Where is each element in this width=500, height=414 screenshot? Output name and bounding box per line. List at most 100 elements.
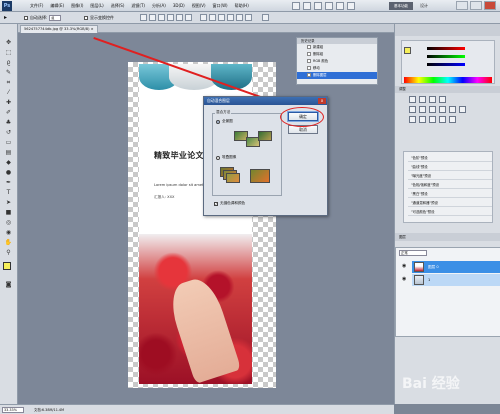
document-tab[interactable]: 5624757744db.jpg @ 33.3%(RGB/8) ×	[20, 25, 98, 33]
lasso-tool-icon[interactable]: ϱ	[3, 58, 14, 67]
panorama-radio[interactable]	[216, 119, 220, 124]
panorama-option[interactable]: 全景图	[216, 119, 233, 124]
menu-edit[interactable]: 编辑(E)	[50, 3, 64, 9]
seamless-tones-checkbox[interactable]: ✓	[214, 201, 218, 206]
history-brush-tool-icon[interactable]: ↺	[3, 128, 14, 137]
preset-item[interactable]: "色相/饱和度"预设	[408, 181, 492, 189]
workspace-label[interactable]: 设计	[420, 3, 428, 9]
hue-saturation-icon[interactable]	[419, 106, 426, 113]
vibrance-icon[interactable]	[409, 106, 416, 113]
posterize-icon[interactable]	[419, 116, 426, 123]
healing-brush-tool-icon[interactable]: ✚	[3, 98, 14, 107]
preset-item[interactable]: "曲线"预设	[408, 163, 492, 171]
align-hcenter-icon[interactable]	[176, 14, 183, 21]
distribute-top-icon[interactable]	[200, 14, 207, 21]
preset-item[interactable]: "曝光度"预设	[408, 172, 492, 180]
gradient-map-icon[interactable]	[439, 116, 446, 123]
history-row[interactable]: 删除组	[297, 51, 377, 58]
minibridge-icon[interactable]	[303, 2, 311, 10]
essentials-button[interactable]: 基本功能	[389, 2, 413, 10]
marquee-tool-icon[interactable]: ⬚	[3, 48, 14, 57]
gradient-tool-icon[interactable]: ▤	[3, 148, 14, 157]
menu-3d[interactable]: 3D(D)	[173, 3, 185, 9]
align-top-icon[interactable]	[140, 14, 147, 21]
preset-item[interactable]: "黑白"预设	[408, 190, 492, 198]
stack-images-option[interactable]: 堆叠图像	[216, 155, 236, 160]
color-spectrum-bar[interactable]	[404, 77, 492, 83]
hand-icon[interactable]	[325, 2, 333, 10]
maximize-icon[interactable]	[470, 1, 482, 10]
adjustments-panel-header[interactable]: 调整	[395, 86, 500, 93]
screen-mode-icon[interactable]	[347, 2, 355, 10]
show-transform-checkbox[interactable]	[84, 16, 88, 20]
foreground-color-swatch[interactable]	[3, 262, 11, 270]
zoom-field[interactable]: 33.33%	[2, 407, 24, 413]
3d-rotate-tool-icon[interactable]: ◎	[3, 218, 14, 227]
history-row[interactable]: 移动	[297, 65, 377, 72]
auto-select-dropdown[interactable]: 组	[49, 15, 62, 21]
distribute-hcenter-icon[interactable]	[236, 14, 243, 21]
move-tool-icon[interactable]: ✥	[3, 38, 14, 47]
menu-filter[interactable]: 滤镜(T)	[131, 3, 145, 9]
menu-help[interactable]: 帮助(H)	[235, 3, 249, 9]
blend-mode-dropdown[interactable]: 正常	[399, 250, 427, 256]
dodge-tool-icon[interactable]: ●	[3, 168, 14, 177]
bridge-icon[interactable]	[292, 2, 300, 10]
crop-tool-icon[interactable]: ⌗	[3, 78, 14, 87]
preset-item[interactable]: "色阶"预设	[408, 154, 492, 162]
brightness-icon[interactable]	[409, 96, 416, 103]
canvas-area[interactable]: 精致毕业论文答辩 Lorem ipsum dolor sit amet 汇报人:…	[18, 33, 394, 404]
eye-icon[interactable]: ◉	[402, 264, 408, 269]
type-tool-icon[interactable]: T	[3, 188, 14, 197]
photo-filter-icon[interactable]	[449, 106, 456, 113]
hand-tool-icon[interactable]: ✋	[3, 238, 14, 247]
layer-row[interactable]: ◉ 1	[402, 274, 500, 286]
levels-icon[interactable]	[419, 96, 426, 103]
minimize-icon[interactable]	[456, 1, 468, 10]
black-white-icon[interactable]	[439, 106, 446, 113]
menu-layer[interactable]: 图层(L)	[90, 3, 103, 9]
invert-icon[interactable]	[409, 116, 416, 123]
auto-align-icon[interactable]	[262, 14, 269, 21]
arrange-documents-icon[interactable]	[336, 2, 344, 10]
align-bottom-icon[interactable]	[158, 14, 165, 21]
menu-image[interactable]: 图像(I)	[71, 3, 83, 9]
zoom-tool-icon[interactable]: ⚲	[3, 248, 14, 257]
preset-item[interactable]: "可选颜色"预设	[408, 208, 492, 216]
eye-icon[interactable]: ◉	[402, 277, 408, 282]
align-right-icon[interactable]	[185, 14, 192, 21]
shape-tool-icon[interactable]: ■	[3, 208, 14, 217]
pen-tool-icon[interactable]: ✒	[3, 178, 14, 187]
move-tool-preset-icon[interactable]: ▸	[4, 14, 18, 22]
menu-analysis[interactable]: 分析(A)	[152, 3, 166, 9]
color-panel-tabs[interactable]	[395, 24, 500, 36]
layer-row-selected[interactable]: ◉ 图层 0	[402, 261, 500, 273]
distribute-bottom-icon[interactable]	[218, 14, 225, 21]
brush-tool-icon[interactable]: ✐	[3, 108, 14, 117]
exposure-icon[interactable]	[439, 96, 446, 103]
quick-select-tool-icon[interactable]: ✎	[3, 68, 14, 77]
history-row[interactable]: RGB 颜色	[297, 58, 377, 65]
green-slider[interactable]	[427, 55, 465, 58]
red-slider[interactable]	[427, 47, 465, 50]
menu-window[interactable]: 窗口(W)	[213, 3, 228, 9]
eyedropper-tool-icon[interactable]: ⁄	[3, 88, 14, 97]
menu-view[interactable]: 视图(V)	[192, 3, 206, 9]
align-left-icon[interactable]	[167, 14, 174, 21]
blue-slider[interactable]	[427, 63, 465, 66]
path-selection-tool-icon[interactable]: ➤	[3, 198, 14, 207]
curves-icon[interactable]	[429, 96, 436, 103]
distribute-vcenter-icon[interactable]	[209, 14, 216, 21]
history-row[interactable]: 新建组	[297, 44, 377, 51]
eraser-tool-icon[interactable]: ▭	[3, 138, 14, 147]
distribute-right-icon[interactable]	[245, 14, 252, 21]
clone-stamp-tool-icon[interactable]: ♣	[3, 118, 14, 127]
auto-select-checkbox[interactable]	[24, 16, 28, 20]
channel-mixer-icon[interactable]	[459, 106, 466, 113]
foreground-swatch[interactable]	[404, 47, 411, 54]
3d-orbit-tool-icon[interactable]: ◉	[3, 228, 14, 237]
menu-file[interactable]: 文件(F)	[30, 3, 43, 9]
blur-tool-icon[interactable]: ◆	[3, 158, 14, 167]
quick-mask-icon[interactable]: ◙	[3, 280, 14, 289]
color-balance-icon[interactable]	[429, 106, 436, 113]
